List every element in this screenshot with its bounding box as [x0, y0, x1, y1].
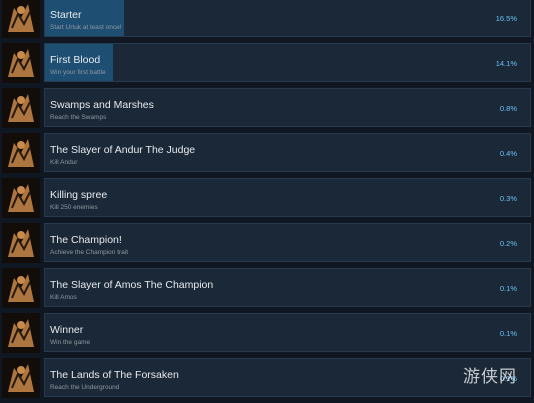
achievement-icon — [2, 133, 40, 173]
achievement-bar: Starter Start Urtuk at least once! 16.5% — [44, 0, 531, 37]
achievement-title: The Slayer of Amos The Champion — [50, 279, 214, 291]
achievement-bar: First Blood Win your first battle 14.1% — [44, 43, 531, 82]
achievement-row[interactable]: The Slayer of Amos The Champion Kill Amos… — [0, 268, 534, 313]
achievement-bar: The Slayer of Andur The Judge Kill Andur 0… — [44, 133, 531, 172]
unlock-percent: 16.5% — [495, 14, 517, 23]
achievement-row[interactable]: Starter Start Urtuk at least once! 16.5% — [0, 0, 534, 43]
achievement-description: Kill 250 enemies — [50, 204, 98, 211]
achievement-bar: The Champion! Achieve the Champion trait 0… — [44, 223, 531, 262]
unlock-percent: 0.4% — [499, 149, 517, 158]
achievement-title: The Slayer of Andur The Judge — [50, 144, 196, 156]
achievement-description: Kill Amos — [50, 294, 77, 301]
achievement-row[interactable]: The Slayer of Andur The Judge Kill Andur 0… — [0, 133, 534, 178]
achievement-icon — [2, 313, 40, 353]
achievement-description: Win the game — [50, 339, 91, 346]
achievement-description: Win your first battle — [50, 69, 106, 76]
achievement-title: Starter — [50, 9, 82, 21]
achievement-icon — [2, 178, 40, 218]
achievement-description: Kill Andur — [50, 159, 78, 166]
achievement-row[interactable]: Swamps and Marshes Reach the Swamps 0.8% — [0, 88, 534, 133]
achievement-description: Start Urtuk at least once! — [50, 24, 122, 31]
achievement-row[interactable]: First Blood Win your first battle 14.1% — [0, 43, 534, 88]
achievement-description: Achieve the Champion trait — [50, 249, 129, 256]
achievement-row[interactable]: Winner Win the game 0.1% — [0, 313, 534, 358]
achievement-description: Reach the Underground — [50, 384, 120, 391]
unlock-percent: 0.8% — [499, 104, 517, 113]
achievement-icon — [2, 223, 40, 263]
achievement-bar: Killing spree Kill 250 enemies 0.3% — [44, 178, 531, 217]
watermark-logo: 游侠网 — [463, 367, 517, 387]
achievement-title: The Champion! — [50, 234, 122, 246]
achievement-description: Reach the Swamps — [50, 114, 107, 121]
achievement-title: First Blood — [50, 54, 101, 66]
unlock-percent: 0.1% — [499, 329, 517, 338]
unlock-percent: 14.1% — [495, 59, 517, 68]
unlock-percent: 0.1% — [499, 284, 517, 293]
achievement-row[interactable]: Killing spree Kill 250 enemies 0.3% — [0, 178, 534, 223]
achievement-icon — [2, 88, 40, 128]
achievement-bar: Winner Win the game 0.1% — [44, 313, 531, 352]
achievement-row[interactable]: The Lands of The Forsaken Reach the Under… — [0, 358, 534, 403]
achievement-row[interactable]: The Champion! Achieve the Champion trait 0… — [0, 223, 534, 268]
achievement-bar: Swamps and Marshes Reach the Swamps 0.8% — [44, 88, 531, 127]
unlock-percent: 0.2% — [499, 239, 517, 248]
achievement-title: Swamps and Marshes — [50, 99, 154, 111]
achievement-bar: The Slayer of Amos The Champion Kill Amos… — [44, 268, 531, 307]
unlock-percent: 0.3% — [499, 194, 517, 203]
achievement-icon — [2, 358, 40, 398]
achievement-title: Winner — [50, 324, 84, 336]
achievement-icon — [2, 268, 40, 308]
achievement-title: Killing spree — [50, 189, 108, 201]
achievement-list: Starter Start Urtuk at least once! 16.5% Fi… — [0, 0, 534, 400]
achievement-title: The Lands of The Forsaken — [50, 369, 179, 381]
achievement-icon — [2, 43, 40, 83]
achievement-icon — [2, 0, 40, 38]
achievement-bar: The Lands of The Forsaken Reach the Under… — [44, 358, 531, 397]
